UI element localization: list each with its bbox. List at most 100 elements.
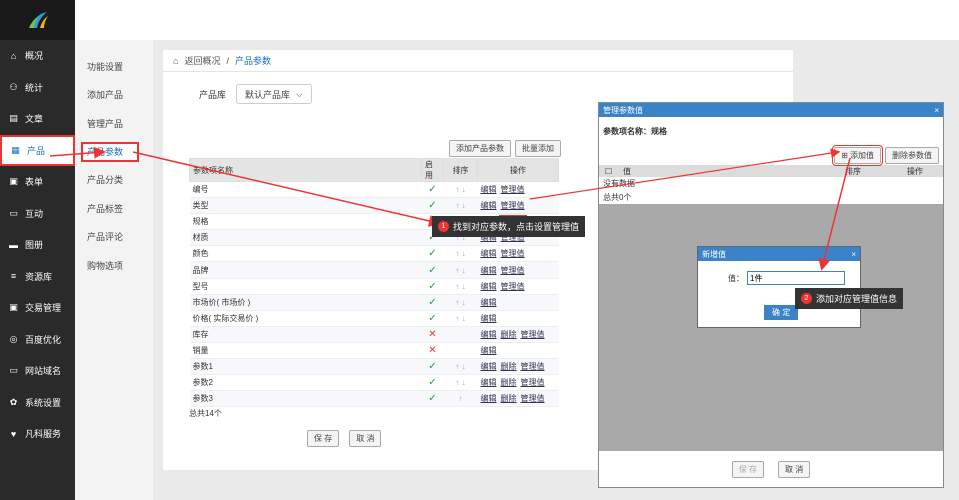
- sidebar-item[interactable]: ✿ 系统设置: [0, 387, 75, 419]
- subnav-item[interactable]: 产品标签: [75, 194, 153, 223]
- row-op-link[interactable]: 编辑: [481, 314, 497, 323]
- row-op-link[interactable]: 删除: [501, 378, 517, 387]
- row-ops: 编辑 删除 管理值: [477, 358, 559, 376]
- check-icon[interactable]: ✓: [421, 261, 444, 279]
- sort-arrows-icon[interactable]: ↑ ↓: [443, 294, 478, 311]
- row-op-link[interactable]: 编辑: [481, 298, 497, 307]
- row-op-link[interactable]: 编辑: [481, 282, 497, 291]
- value-input[interactable]: [747, 271, 845, 285]
- param-name: 参数2: [189, 374, 422, 392]
- sort-arrows-icon[interactable]: [443, 342, 478, 360]
- row-op-link[interactable]: 编辑: [481, 346, 497, 355]
- subnav-item[interactable]: 功能设置: [75, 52, 153, 81]
- row-op-link[interactable]: 编辑: [481, 378, 497, 387]
- row-op-link[interactable]: 编辑: [481, 394, 497, 403]
- row-op-link[interactable]: 管理值: [521, 330, 545, 339]
- add-param-button[interactable]: 添加产品参数: [449, 140, 511, 157]
- cancel-button[interactable]: 取 消: [349, 430, 382, 447]
- sort-arrows-icon[interactable]: ↑ ↓: [443, 310, 478, 327]
- tip-1: 1 找到对应参数，点击设置管理值: [432, 216, 586, 237]
- table-row: 型号 ✓ ↑ ↓ 编辑 管理值: [189, 278, 559, 295]
- row-op-link[interactable]: 编辑: [481, 185, 497, 194]
- save-button[interactable]: 保 存: [307, 430, 340, 447]
- nav-icon: ♥: [10, 428, 17, 439]
- subnav-item[interactable]: 产品参数: [81, 141, 139, 162]
- nav-label: 图册: [25, 240, 44, 251]
- cross-icon[interactable]: ✕: [421, 326, 444, 343]
- batch-add-button[interactable]: 批量添加: [515, 140, 561, 157]
- row-ops: 编辑管理值: [477, 245, 559, 263]
- check-icon[interactable]: ✓: [421, 358, 444, 376]
- row-op-link[interactable]: 管理值: [501, 266, 525, 275]
- check-icon[interactable]: ✓: [421, 294, 444, 311]
- sort-arrows-icon[interactable]: [443, 326, 478, 343]
- subnav-item[interactable]: 购物选项: [75, 251, 153, 280]
- close-icon[interactable]: ×: [934, 106, 939, 115]
- check-icon[interactable]: ✓: [421, 390, 444, 408]
- sidebar-item[interactable]: ⌂ 概况: [0, 40, 75, 72]
- confirm-button[interactable]: 确 定: [764, 305, 799, 320]
- sidebar-item[interactable]: ≡ 资源库: [0, 261, 75, 293]
- row-op-link[interactable]: 管理值: [521, 394, 545, 403]
- dialog-save-button[interactable]: 保 存: [731, 460, 764, 478]
- sidebar-item[interactable]: ▦ 产品: [0, 134, 75, 166]
- sort-arrows-icon[interactable]: ↑ ↓: [443, 278, 478, 295]
- select-all-checkbox[interactable]: ☐: [605, 167, 617, 176]
- delete-value-button[interactable]: 删除参数值: [885, 146, 939, 164]
- row-op-link[interactable]: 管理值: [521, 362, 545, 371]
- sort-arrows-icon[interactable]: ↑: [443, 390, 478, 408]
- row-op-link[interactable]: 管理值: [501, 282, 525, 291]
- row-op-link[interactable]: 编辑: [481, 330, 497, 339]
- sort-arrows-icon[interactable]: ↑ ↓: [443, 245, 478, 263]
- sort-arrows-icon[interactable]: ↑ ↓: [443, 374, 478, 392]
- table-row: 品牌 ✓ ↑ ↓ 编辑 管理值: [189, 261, 559, 279]
- subnav-item[interactable]: 添加产品: [75, 81, 153, 110]
- sidebar-item[interactable]: ▣ 交易管理: [0, 292, 75, 324]
- param-name: 库存: [189, 326, 422, 343]
- sidebar-item[interactable]: ♥ 凡科服务: [0, 418, 75, 450]
- sort-arrows-icon[interactable]: ↑ ↓: [443, 261, 478, 279]
- check-icon[interactable]: ✓: [421, 197, 444, 215]
- check-icon[interactable]: ✓: [421, 310, 444, 327]
- row-op-link[interactable]: 编辑: [481, 362, 497, 371]
- row-op-link[interactable]: 删除: [501, 394, 517, 403]
- dialog-title: 管理参数值: [603, 105, 643, 115]
- row-op-link[interactable]: 删除: [501, 330, 517, 339]
- dialog-cancel-button[interactable]: 取 消: [778, 460, 811, 478]
- row-op-link[interactable]: 管理值: [501, 201, 525, 210]
- nav-label: 产品: [27, 145, 46, 156]
- row-op-link[interactable]: 管理值: [501, 249, 525, 258]
- row-op-link[interactable]: 管理值: [521, 378, 545, 387]
- sidebar-item[interactable]: ▣ 表单: [0, 166, 75, 198]
- breadcrumb-back[interactable]: 返回概况: [184, 54, 220, 67]
- sidebar-item[interactable]: ◎ 百度优化: [0, 324, 75, 356]
- sort-arrows-icon[interactable]: ↑ ↓: [443, 358, 478, 376]
- subnav-item[interactable]: 产品评论: [75, 223, 153, 252]
- check-icon[interactable]: ✓: [421, 181, 444, 199]
- nav-icon: ▣: [9, 176, 18, 187]
- row-op-link[interactable]: 管理值: [501, 185, 525, 194]
- home-icon[interactable]: ⌂: [173, 56, 178, 66]
- sort-arrows-icon[interactable]: ↑ ↓: [443, 181, 478, 199]
- sidebar-item[interactable]: ▤ 文章: [0, 103, 75, 135]
- row-op-link[interactable]: 编辑: [481, 249, 497, 258]
- sidebar-item[interactable]: ▭ 网站域名: [0, 355, 75, 387]
- sort-arrows-icon[interactable]: ↑ ↓: [443, 197, 478, 215]
- sidebar-item[interactable]: ▭ 互动: [0, 198, 75, 230]
- row-op-link[interactable]: 删除: [501, 362, 517, 371]
- subnav-item[interactable]: 产品分类: [75, 166, 153, 195]
- close-icon[interactable]: ×: [851, 250, 856, 259]
- row-op-link[interactable]: 编辑: [481, 266, 497, 275]
- logo[interactable]: [0, 0, 75, 40]
- sidebar-item[interactable]: ⚇ 统计: [0, 72, 75, 104]
- subnav-item[interactable]: 管理产品: [75, 109, 153, 138]
- check-icon[interactable]: ✓: [421, 278, 444, 295]
- add-value-button[interactable]: ⊞ 添加值: [832, 144, 883, 166]
- library-select[interactable]: 默认产品库 ⌵: [236, 84, 312, 104]
- sidebar-item[interactable]: ▬ 图册: [0, 229, 75, 261]
- param-name: 销量: [189, 342, 422, 360]
- check-icon[interactable]: ✓: [421, 374, 444, 392]
- row-op-link[interactable]: 编辑: [481, 201, 497, 210]
- cross-icon[interactable]: ✕: [421, 342, 444, 360]
- check-icon[interactable]: ✓: [421, 245, 444, 263]
